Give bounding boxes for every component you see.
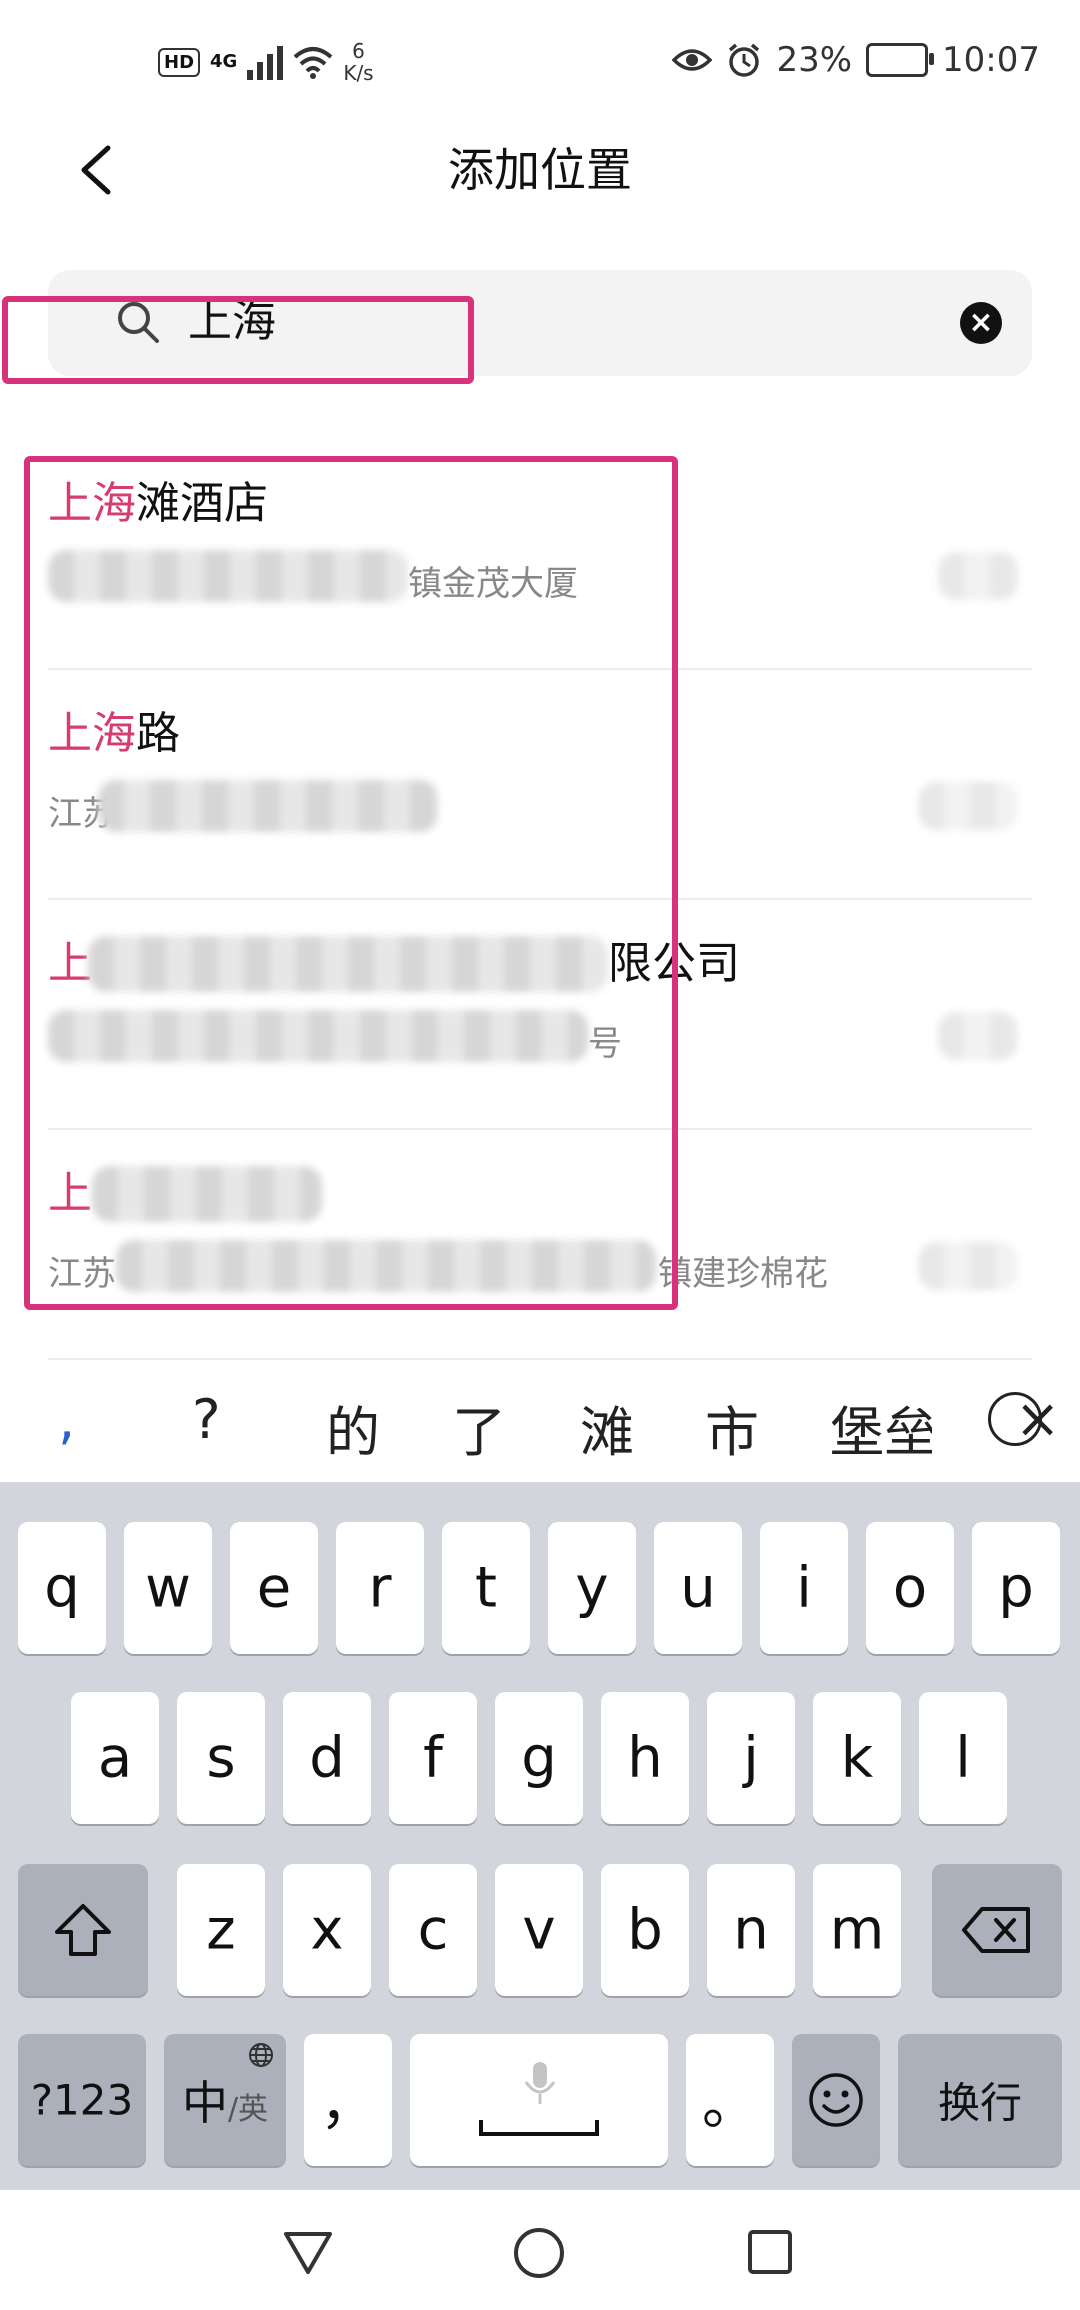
shift-icon [55,1904,111,1956]
globe-icon [249,2043,273,2067]
key-o[interactable]: o [866,1522,954,1654]
key-f[interactable]: f [389,1692,477,1824]
language-switch-key[interactable]: 中/英 [164,2034,286,2166]
result-address-tail: 镇建珍棉花 [658,1254,828,1294]
key-t[interactable]: t [442,1522,530,1654]
key-i[interactable]: i [760,1522,848,1654]
key-g[interactable]: g [495,1692,583,1824]
candidate-item[interactable]: 了 [452,1388,506,1467]
navigation-bar [0,2190,1080,2310]
key-x[interactable]: x [283,1864,371,1996]
candidate-close-button[interactable]: × [988,1392,1060,1446]
key-w[interactable]: w [124,1522,212,1654]
key-j[interactable]: j [707,1692,795,1824]
space-bar-icon [479,2120,599,2136]
status-right: 23% 10:07 [672,40,1040,80]
redacted-distance [918,782,1018,830]
key-v[interactable]: v [495,1864,583,1996]
candidate-item[interactable]: ? [192,1388,221,1451]
back-triangle-icon[interactable] [282,2230,334,2276]
candidate-bar: , ? 的 了 滩 市 堡垒 × [0,1362,1080,1482]
microphone-icon [524,2062,556,2104]
signal-icon [247,44,284,80]
alarm-icon [729,43,760,77]
redacted-distance [938,552,1018,600]
emoji-key[interactable] [792,2034,880,2166]
status-left: HD 4G 6 K/s [158,40,374,84]
page-title: 添加位置 [448,143,632,197]
wifi-icon [294,47,333,79]
numbers-key[interactable]: ?123 [18,2034,146,2166]
hd-badge: HD [158,47,201,77]
status-bar: HD 4G 6 K/s 23% 10:07 [0,0,1080,120]
redacted-distance [918,1242,1018,1290]
battery-icon [866,43,935,77]
key-k[interactable]: k [813,1692,901,1824]
key-m[interactable]: m [813,1864,901,1996]
shift-key[interactable] [18,1864,148,1996]
search-highlight-box [2,296,474,384]
key-d[interactable]: d [283,1692,371,1824]
key-y[interactable]: y [548,1522,636,1654]
key-r[interactable]: r [336,1522,424,1654]
network-speed: 6 K/s [343,40,373,84]
key-c[interactable]: c [389,1864,477,1996]
lang-sub-label: /英 [227,2092,269,2127]
key-n[interactable]: n [707,1864,795,1996]
key-a[interactable]: a [71,1692,159,1824]
results-highlight-box [24,456,678,1310]
candidate-item[interactable]: 滩 [580,1388,634,1467]
eye-icon [672,49,713,71]
key-b[interactable]: b [601,1864,689,1996]
key-q[interactable]: q [18,1522,106,1654]
close-icon: × [968,305,994,340]
key-p[interactable]: p [972,1522,1060,1654]
candidate-item[interactable]: 的 [326,1388,380,1467]
network-type: 4G [210,51,238,72]
key-l[interactable]: l [919,1692,1007,1824]
key-h[interactable]: h [601,1692,689,1824]
lang-main-label: 中 [181,2076,228,2130]
key-s[interactable]: s [177,1692,265,1824]
enter-key[interactable]: 换行 [898,2034,1062,2166]
home-circle-icon[interactable] [512,2226,566,2280]
key-u[interactable]: u [654,1522,742,1654]
key-z[interactable]: z [177,1864,265,1996]
keyboard: q w e r t y u i o p a s d f g h j k l z … [0,1482,1080,2190]
key-e[interactable]: e [230,1522,318,1654]
close-icon: × [1015,1387,1061,1450]
backspace-icon [962,1907,1030,1953]
candidate-item[interactable]: , [58,1388,75,1451]
comma-key[interactable]: ， [304,2034,392,2166]
backspace-key[interactable] [932,1864,1062,1996]
clock: 10:07 [942,40,1040,80]
period-key[interactable]: 。 [686,2034,774,2166]
battery-percent: 23% [776,40,853,80]
speed-value: 6 [352,39,365,63]
clear-search-button[interactable]: × [960,302,1002,344]
candidate-item[interactable]: 市 [705,1388,759,1467]
space-key[interactable] [410,2034,668,2166]
recent-apps-square-icon[interactable] [746,2228,794,2276]
redacted-distance [938,1012,1018,1060]
candidate-item[interactable]: 堡垒 [830,1388,932,1467]
smiley-icon [809,2073,863,2127]
speed-unit: K/s [343,61,374,85]
